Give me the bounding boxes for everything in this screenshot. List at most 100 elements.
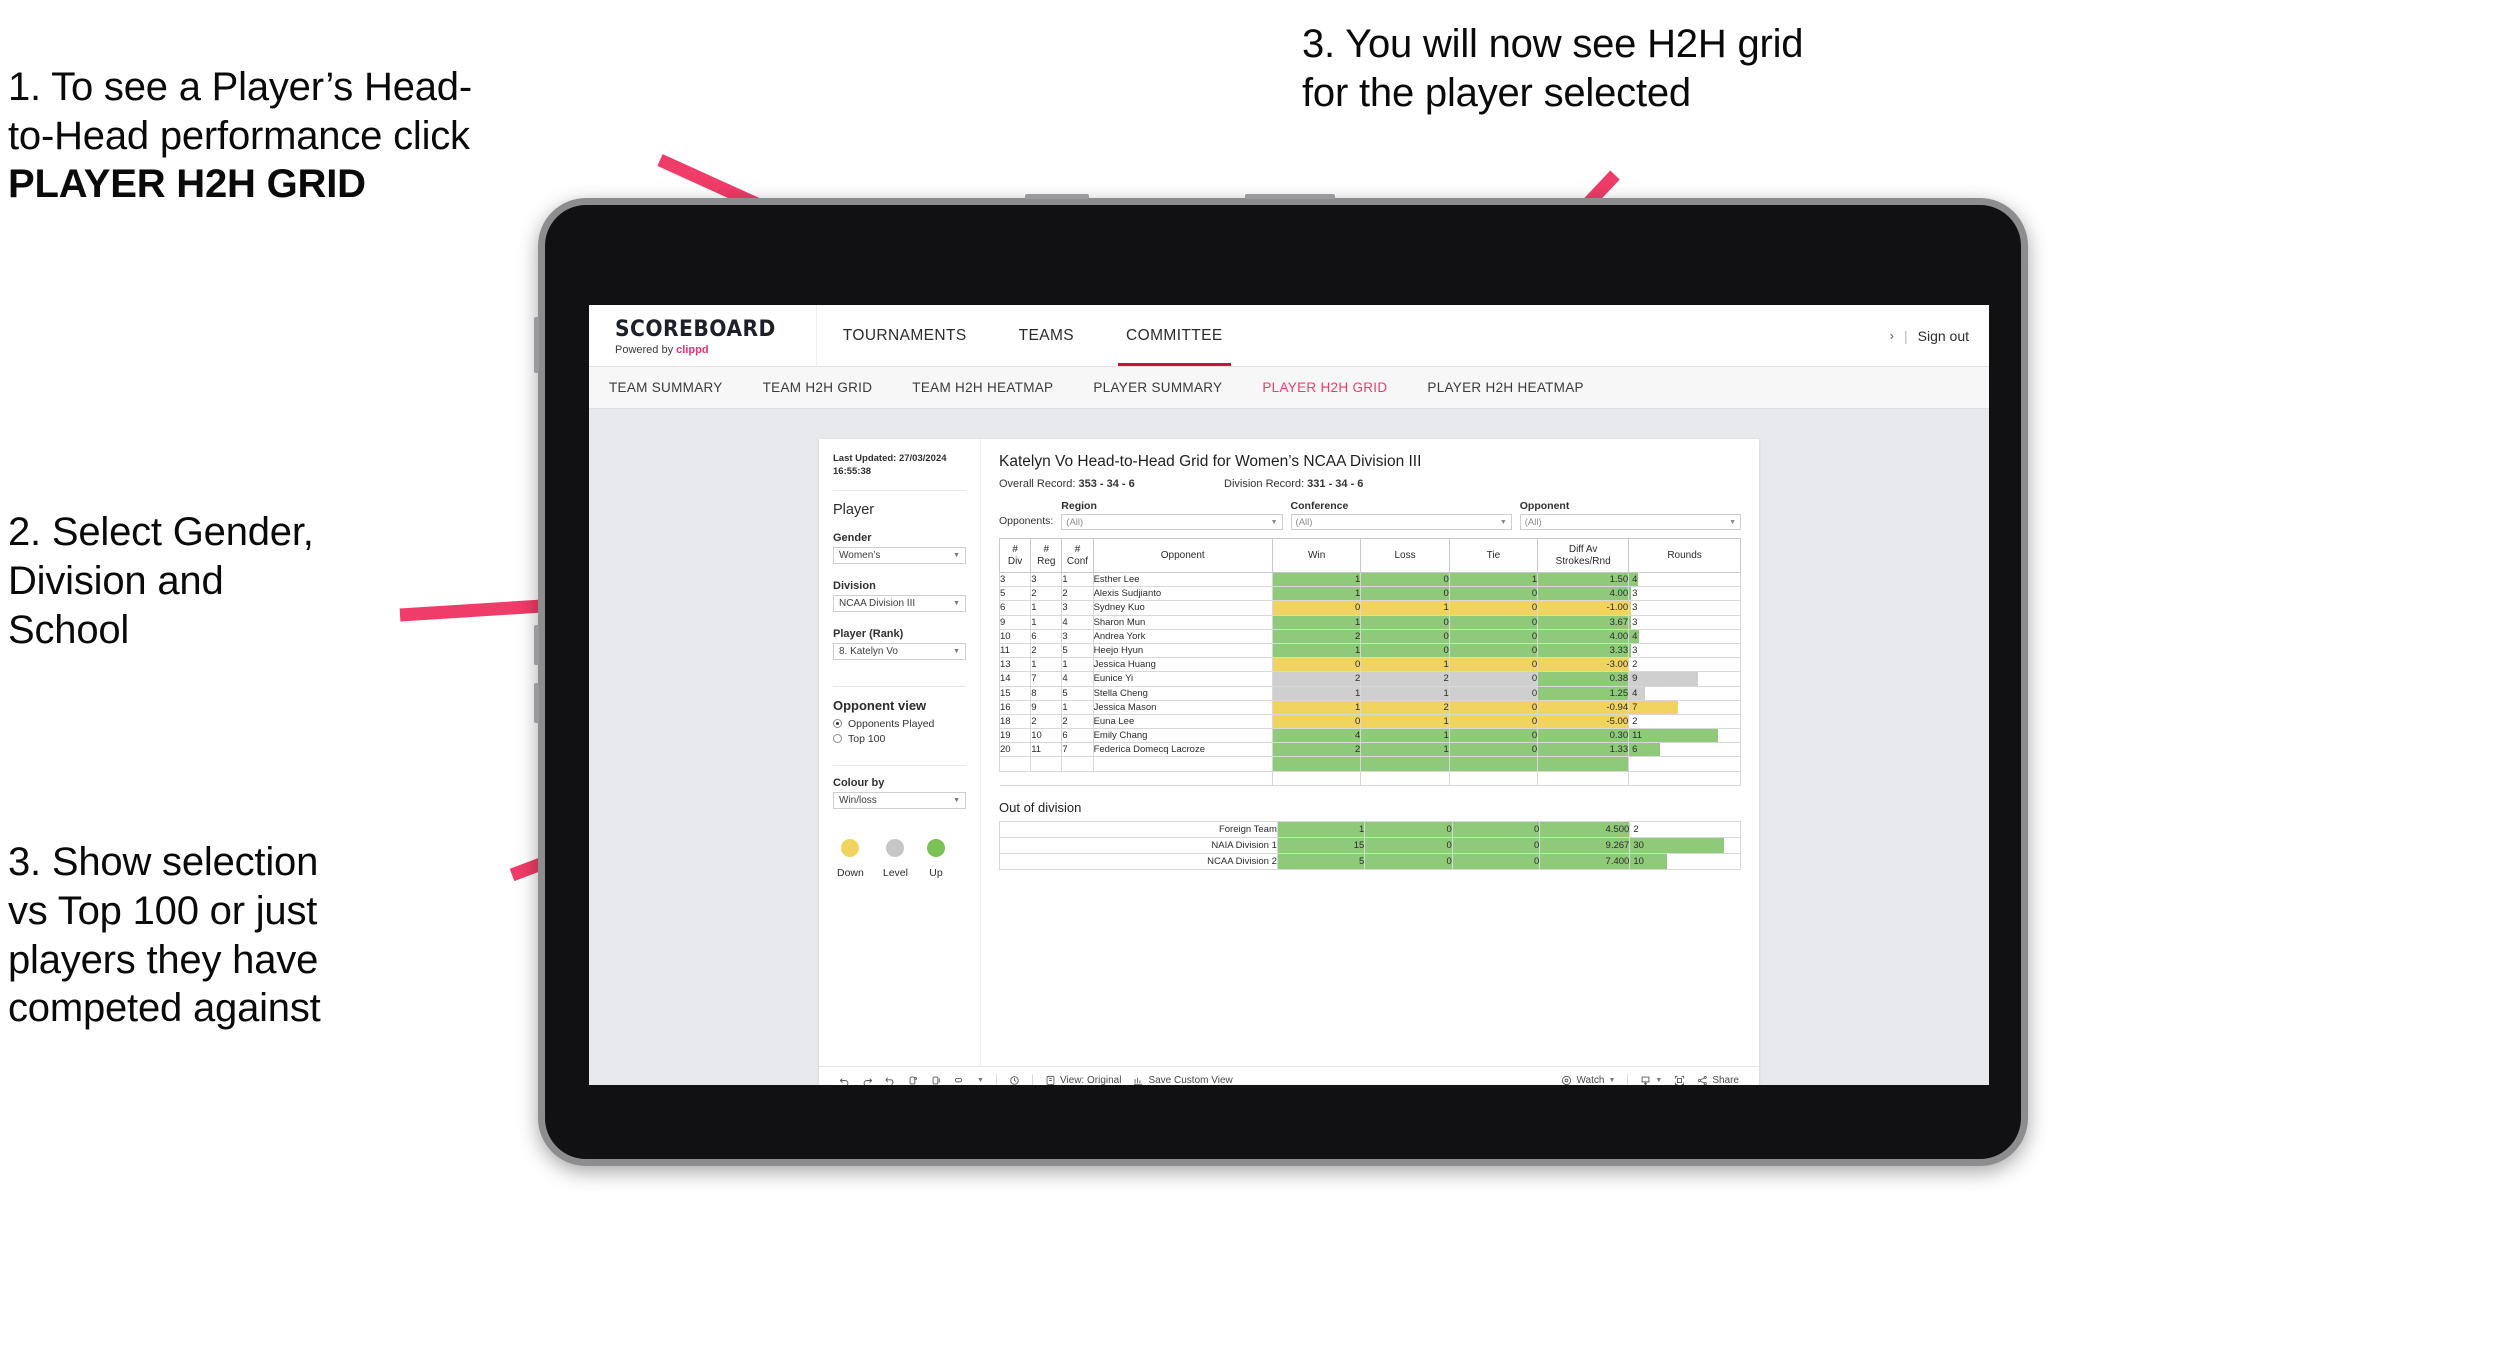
cell-out-rounds-value: 2 <box>1633 823 1639 835</box>
col-opponent[interactable]: Opponent <box>1092 538 1273 573</box>
nav-tournaments[interactable]: TOURNAMENTS <box>817 305 993 366</box>
player-rank-select[interactable]: 8. Katelyn Vo ▼ <box>833 642 966 660</box>
filter-opponent-select[interactable]: (All) ▼ <box>1519 514 1741 530</box>
view-original-button[interactable]: View: Original <box>1045 1075 1121 1085</box>
cell-win: 4 <box>1271 728 1362 744</box>
table-row[interactable]: 5 2 2 Alexis Sudjianto 1 0 0 4.00 3 <box>998 586 1741 602</box>
nav-committee[interactable]: COMMITTEE <box>1100 305 1249 366</box>
chevron-down-icon: ▼ <box>1499 518 1507 526</box>
subnav-player-summary[interactable]: PLAYER SUMMARY <box>1073 380 1242 395</box>
revert-icon[interactable] <box>885 1075 896 1085</box>
cell-diff: 3.67 <box>1537 614 1630 630</box>
col-tie[interactable]: Tie <box>1448 538 1539 573</box>
cell-loss: 1 <box>1360 685 1450 701</box>
cell-loss: 0 <box>1360 642 1450 659</box>
highlight-icon[interactable] <box>954 1075 965 1085</box>
cell-div: 9 <box>998 614 1032 630</box>
toolbar-separator <box>1031 1074 1033 1085</box>
cell-opponent: Jessica Mason <box>1092 699 1273 715</box>
chevron-down-icon: ▼ <box>1608 1077 1616 1084</box>
cell-div: 6 <box>998 600 1032 616</box>
out-of-division-row[interactable]: NAIA Division 1 15 0 0 9.267 30 <box>999 836 1741 854</box>
table-row[interactable]: 3 3 1 Esther Lee 1 0 1 1.50 4 <box>998 571 1741 588</box>
col-conf-top: # <box>1074 544 1081 555</box>
subnav-team-h2h-grid[interactable]: TEAM H2H GRID <box>743 380 893 395</box>
cell-opponent: Heejo Hyun <box>1092 642 1273 659</box>
chevron-right-icon[interactable]: › <box>1890 328 1894 343</box>
radio-opponents-played[interactable]: Opponents Played <box>833 718 966 730</box>
gender-value: Women’s <box>839 549 881 561</box>
divider <box>833 685 966 687</box>
pause-updates-icon[interactable] <box>931 1075 942 1085</box>
watch-button[interactable]: Watch ▼ <box>1561 1075 1615 1085</box>
brand-logo[interactable]: SCOREBOARD Powered by clippd <box>589 305 817 366</box>
table-row[interactable]: 10 6 3 Andrea York 2 0 0 4.00 4 <box>998 628 1741 644</box>
col-loss[interactable]: Loss <box>1360 538 1450 573</box>
filter-region-label: Region <box>1061 500 1097 512</box>
chevron-down-icon[interactable]: ▼ <box>977 1077 984 1084</box>
download-button[interactable]: ▼ <box>1640 1075 1662 1085</box>
col-rounds[interactable]: Rounds <box>1628 538 1741 573</box>
table-row[interactable]: 13 1 1 Jessica Huang 0 1 0 -3.00 2 <box>998 657 1741 673</box>
out-of-division-row[interactable]: NCAA Division 2 5 0 0 7.400 10 <box>999 852 1741 870</box>
table-row[interactable]: 14 7 4 Eunice Yi 2 2 0 0.38 9 <box>998 671 1741 687</box>
out-of-division-row[interactable]: Foreign Team 1 0 0 4.500 2 <box>999 820 1741 838</box>
table-row[interactable]: 16 9 1 Jessica Mason 1 2 0 -0.94 7 <box>998 699 1741 715</box>
radio-top-100-label: Top 100 <box>848 732 886 745</box>
cell-conf: 5 <box>1061 642 1094 659</box>
subnav-player-h2h-heatmap[interactable]: PLAYER H2H HEATMAP <box>1407 380 1603 395</box>
cell-tie: 0 <box>1448 728 1539 744</box>
refresh-data-icon[interactable] <box>908 1075 919 1085</box>
cell-loss: 1 <box>1360 742 1450 758</box>
save-custom-view-button[interactable]: Save Custom View <box>1133 1075 1233 1085</box>
col-win[interactable]: Win <box>1271 538 1362 573</box>
subnav-team-h2h-heatmap[interactable]: TEAM H2H HEATMAP <box>892 380 1073 395</box>
legend-label-level: Level <box>882 866 908 879</box>
col-div[interactable]: # Div <box>998 538 1032 573</box>
app-top-bar: SCOREBOARD Powered by clippd TOURNAMENTS… <box>589 305 1989 367</box>
undo-icon[interactable] <box>839 1075 850 1085</box>
cell-tie: 0 <box>1448 628 1539 644</box>
filter-conference-select[interactable]: (All) ▼ <box>1290 514 1512 530</box>
last-updated-text: Last Updated: 27/03/2024 16:55:38 <box>833 453 947 477</box>
subnav-player-h2h-grid[interactable]: PLAYER H2H GRID <box>1242 380 1407 395</box>
cell-opponent: Stella Cheng <box>1092 685 1273 701</box>
table-row[interactable]: 19 10 6 Emily Chang 4 1 0 0.30 11 <box>998 728 1741 744</box>
filter-opponent-label: Opponent <box>1519 500 1570 512</box>
redo-icon[interactable] <box>862 1075 873 1085</box>
filter-conference: Conference (All) ▼ <box>1290 500 1512 530</box>
cell-conf: 1 <box>1061 571 1094 588</box>
radio-top-100[interactable]: Top 100 <box>833 733 966 745</box>
table-row[interactable]: 18 2 2 Euna Lee 0 1 0 -5.00 2 <box>998 713 1741 730</box>
history-icon[interactable] <box>1009 1075 1020 1085</box>
sign-out-link[interactable]: Sign out <box>1918 328 1969 344</box>
cell-loss: 0 <box>1360 571 1450 588</box>
table-row[interactable]: 20 11 7 Federica Domecq Lacroze 2 1 0 1.33 6 <box>998 742 1741 758</box>
subnav-team-summary[interactable]: TEAM SUMMARY <box>589 380 743 395</box>
colour-by-select[interactable]: Win/loss ▼ <box>833 791 966 809</box>
fullscreen-button[interactable] <box>1674 1075 1685 1085</box>
col-conf[interactable]: # Conf <box>1061 538 1094 573</box>
table-row[interactable]: 6 1 3 Sydney Kuo 0 1 0 -1.00 3 <box>998 600 1741 616</box>
col-reg[interactable]: # Reg <box>1030 538 1063 573</box>
tablet-screen: SCOREBOARD Powered by clippd TOURNAMENTS… <box>589 305 1989 1085</box>
filter-region-select[interactable]: (All) ▼ <box>1061 514 1283 530</box>
chevron-down-icon: ▼ <box>953 647 960 655</box>
col-diff[interactable]: Diff Av Strokes/Rnd <box>1537 538 1630 573</box>
opponent-filters: Opponents: Region (All) ▼ Conference (Al… <box>999 500 1741 530</box>
cell-reg: 6 <box>1030 628 1063 644</box>
cell-conf: 1 <box>1061 657 1094 673</box>
table-row[interactable]: 9 1 4 Sharon Mun 1 0 0 3.67 3 <box>998 614 1741 630</box>
cell-win: 0 <box>1271 600 1362 616</box>
annotation-1-line2: to-Head performance click <box>8 113 470 158</box>
gender-select[interactable]: Women’s ▼ <box>833 546 966 564</box>
table-row[interactable]: 11 2 5 Heejo Hyun 1 0 0 3.33 3 <box>998 642 1741 659</box>
table-row[interactable]: 15 8 5 Stella Cheng 1 1 0 1.25 4 <box>998 685 1741 701</box>
share-button[interactable]: Share <box>1697 1075 1739 1085</box>
dashboard-body: Last Updated: 27/03/2024 16:55:38 Player… <box>819 439 1759 1066</box>
cell-diff: 1.50 <box>1537 571 1630 588</box>
nav-teams[interactable]: TEAMS <box>993 305 1100 366</box>
legend-swatch-down <box>841 838 860 857</box>
cell-rounds: 3 <box>1628 614 1741 630</box>
division-select[interactable]: NCAA Division III ▼ <box>833 594 966 612</box>
